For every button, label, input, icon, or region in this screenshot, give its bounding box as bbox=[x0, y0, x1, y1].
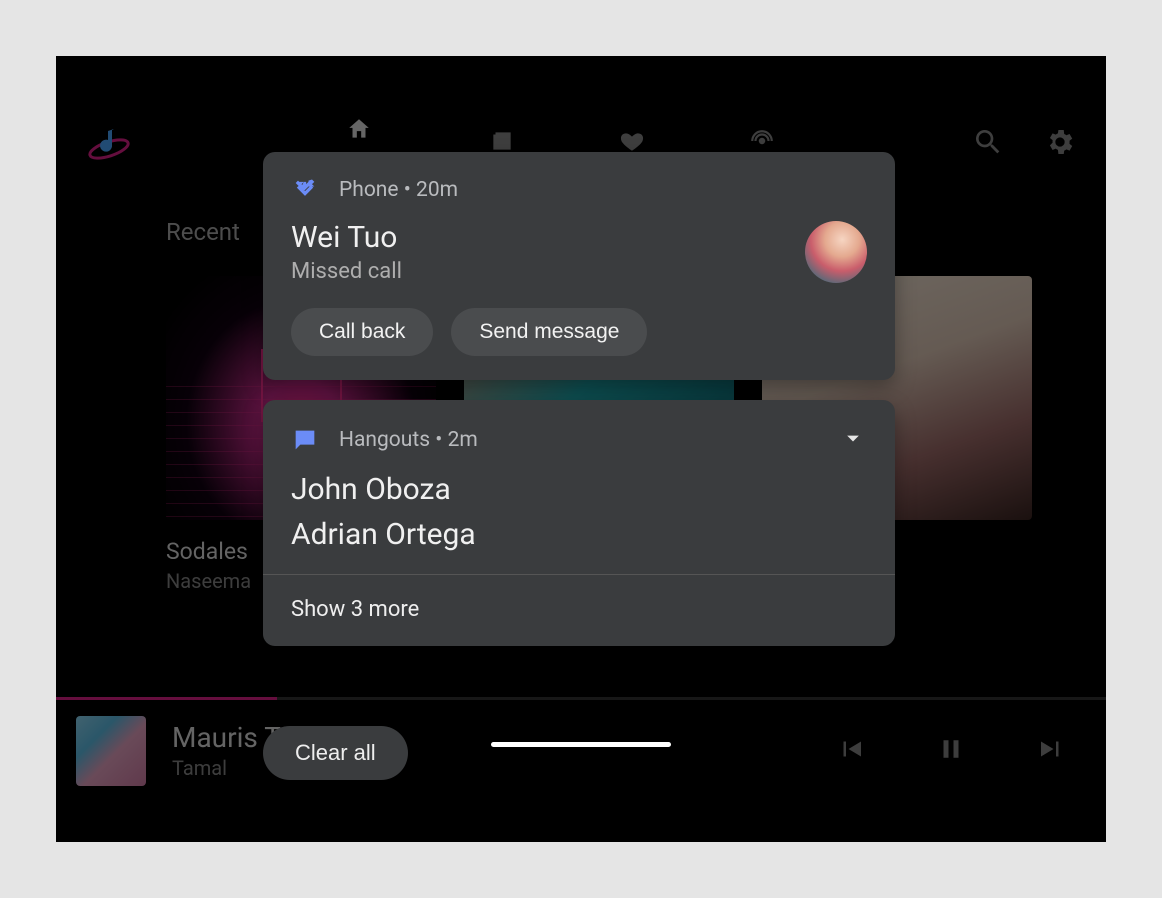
notification-subtitle: Missed call bbox=[291, 259, 785, 284]
chat-icon bbox=[291, 426, 319, 454]
notification-line: John Oboza bbox=[291, 472, 867, 507]
notification-app-line: Phone • 20m bbox=[339, 178, 458, 202]
clear-all-button[interactable]: Clear all bbox=[263, 726, 408, 780]
expand-button[interactable] bbox=[839, 424, 867, 456]
contact-avatar bbox=[805, 221, 867, 283]
show-more-button[interactable]: Show 3 more bbox=[291, 597, 867, 622]
home-indicator[interactable] bbox=[491, 742, 671, 747]
notification-stack: Phone • 20m Wei Tuo Missed call Call bac… bbox=[263, 152, 895, 646]
call-back-button[interactable]: Call back bbox=[291, 308, 433, 356]
notification-hangouts[interactable]: Hangouts • 2m John Oboza Adrian Ortega S… bbox=[263, 400, 895, 646]
notification-app-line: Hangouts • 2m bbox=[339, 428, 478, 452]
missed-call-icon bbox=[291, 176, 319, 204]
notification-phone[interactable]: Phone • 20m Wei Tuo Missed call Call bac… bbox=[263, 152, 895, 380]
send-message-button[interactable]: Send message bbox=[451, 308, 647, 356]
notification-line: Adrian Ortega bbox=[291, 517, 867, 552]
notification-title: Wei Tuo bbox=[291, 220, 785, 255]
divider bbox=[263, 574, 895, 575]
chevron-down-icon bbox=[839, 424, 867, 452]
